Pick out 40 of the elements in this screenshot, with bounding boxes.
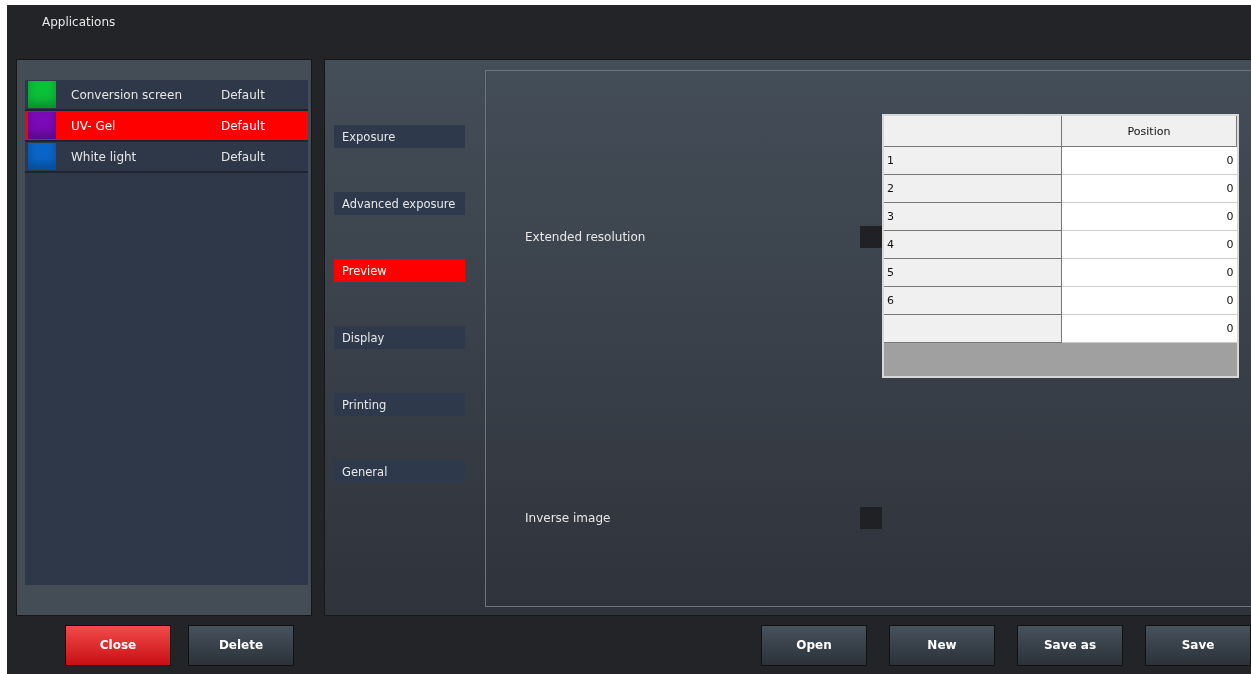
table-cell[interactable]: 0 [1061,314,1237,343]
preset-label: Default [221,118,265,133]
section-tab[interactable]: Printing [334,393,465,416]
window-title: Applications [42,15,116,29]
action-button[interactable]: Delete [188,624,294,666]
action-button[interactable]: New [889,624,995,666]
row-header: 6 [884,286,1062,315]
option-label: Inverse image [525,511,611,525]
close-button[interactable]: Close [65,624,171,666]
row-header: 4 [884,230,1062,259]
checkbox[interactable] [860,507,882,529]
application-row[interactable]: Conversion screen Default [25,80,308,111]
row-header: 1 [884,146,1062,175]
row-header: 2 [884,174,1062,203]
application-name: UV- Gel [71,118,117,133]
section-tab[interactable]: General [334,460,465,483]
application-name: White light [71,149,138,164]
checkbox[interactable] [860,226,882,248]
action-button[interactable]: Save as [1017,624,1123,666]
table-cell[interactable]: 0 [1061,174,1237,203]
application-row[interactable]: UV- Gel Default [25,111,308,142]
application-row[interactable]: White light Default [25,142,308,173]
preset-label: Default [221,87,265,102]
preset-label: Default [221,149,265,164]
action-button[interactable]: Save [1145,624,1251,666]
row-header: 3 [884,202,1062,231]
table-cell[interactable]: 0 [1061,146,1237,175]
section-tab[interactable]: Advanced exposure [334,192,465,215]
column-header: Position [1061,116,1237,147]
application-name: Conversion screen [71,87,183,102]
action-button[interactable]: Open [761,624,867,666]
table-cell[interactable]: 0 [1061,258,1237,287]
table-cell[interactable]: 0 [1061,286,1237,315]
row-header: 5 [884,258,1062,287]
option-label: Extended resolution [525,230,646,244]
section-tab[interactable]: Exposure [334,125,465,148]
section-tab[interactable]: Preview [334,259,465,282]
table-cell[interactable]: 0 [1061,202,1237,231]
table-cell[interactable]: 0 [1061,230,1237,259]
section-tab[interactable]: Display [334,326,465,349]
